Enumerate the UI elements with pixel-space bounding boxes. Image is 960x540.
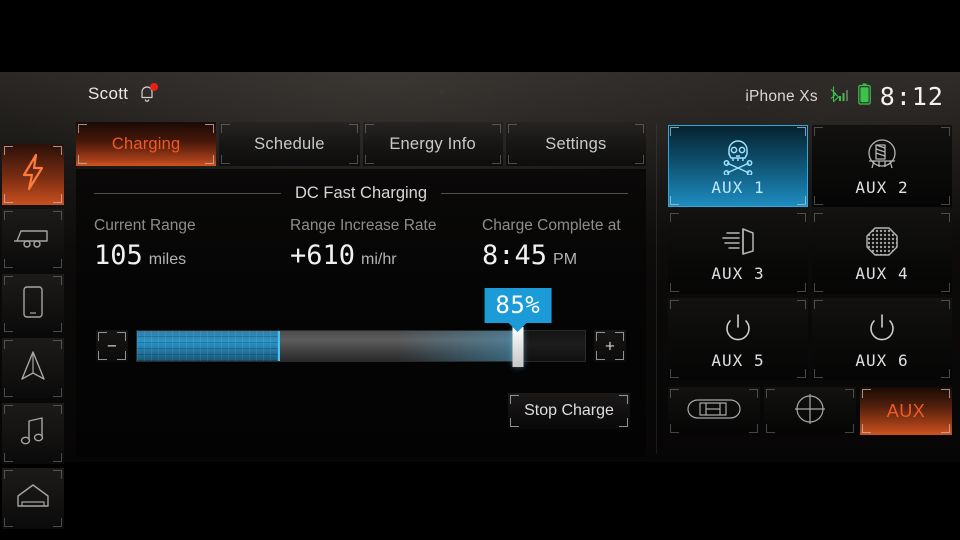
aux-button-3[interactable]: AUX 3 [668,211,808,294]
light-beam-icon [715,221,761,261]
system-status: iPhone Xs 8:12 [745,82,944,111]
stat-value: +610 [290,240,356,271]
status-bar: Scott iPhone Xs 8:12 [0,72,960,122]
tab-charging[interactable]: Charging [76,122,217,166]
sidebar-item-navigation[interactable] [2,338,64,400]
charging-panel: Charging Schedule Energy Info Settings D… [72,122,650,457]
charging-stats: Current Range 105 miles Range Increase Ra… [94,217,634,271]
tab-settings[interactable]: Settings [505,122,646,166]
tab-label: Settings [545,134,607,153]
home-icon [15,481,51,516]
stat-charge-complete-at: Charge Complete at 8:45 PM [482,217,634,271]
aux-button-6[interactable]: AUX 6 [812,297,952,380]
aux-button-2[interactable]: AUX 2 [812,125,952,208]
mesh-grille-icon [859,221,905,261]
charge-limit-slider[interactable]: − 85% + [96,288,626,368]
sidebar-item-audio[interactable] [2,403,64,465]
stat-current-range: Current Range 105 miles [94,217,290,271]
aux-mode-label: AUX [886,400,926,421]
slider-track[interactable]: 85% [136,288,586,367]
aux-button-5[interactable]: AUX 5 [668,297,808,380]
aux-button-grid: AUX 1 AUX 2 AUX 3 AUX 4 AUX 5 AUX 6 [668,125,952,380]
aux-button-label: AUX 2 [855,178,909,198]
vehicle-view-button[interactable] [668,387,760,435]
trailer-icon [13,223,53,256]
power-icon [715,308,761,348]
decrease-charge-limit-button[interactable]: − [96,330,128,362]
user-name: Scott [88,84,129,103]
stat-label: Range Increase Rate [290,217,437,234]
increase-charge-limit-button[interactable]: + [594,330,626,362]
navigation-arrow-icon [19,349,47,388]
stat-unit: PM [553,251,578,268]
tab-energy-info[interactable]: Energy Info [362,122,503,166]
aux-mode-button[interactable]: AUX [860,387,952,435]
tab-label: Schedule [254,134,325,153]
lightning-bolt-icon [20,153,46,196]
aux-button-label: AUX 5 [711,350,765,370]
stat-label: Charge Complete at [482,217,621,234]
stat-range-increase-rate: Range Increase Rate +610 mi/hr [290,217,482,271]
aux-panel: AUX 1 AUX 2 AUX 3 AUX 4 AUX 5 AUX 6 AUX [662,122,956,457]
bell-icon[interactable] [138,83,159,104]
section-title: DC Fast Charging [294,183,428,202]
stat-unit: miles [148,251,187,268]
sidebar-item-charging[interactable] [2,144,64,205]
stat-label: Current Range [94,217,196,234]
sidebar [2,144,66,529]
aux-button-label: AUX 1 [711,178,765,198]
aux-button-label: AUX 3 [711,264,765,284]
tab-label: Charging [111,134,181,153]
stat-unit: mi/hr [361,251,397,268]
aux-button-label: AUX 4 [855,264,909,284]
section-header: DC Fast Charging [94,181,628,205]
plus-icon: + [605,336,615,356]
divider-left [94,192,281,194]
connected-device-name: iPhone Xs [745,87,818,105]
sidebar-item-trailer[interactable] [2,208,64,270]
crosshair-button[interactable] [764,387,856,435]
minus-icon: − [107,336,117,356]
crosshair-icon [793,392,827,431]
car-top-view-icon [682,394,746,429]
divider-right [441,192,628,194]
tab-schedule[interactable]: Schedule [219,122,360,166]
charging-panel-body: DC Fast Charging Current Range 105 miles … [76,169,646,457]
skull-crossbones-icon [715,135,761,177]
user-profile[interactable]: Scott [88,83,159,104]
aux-button-1[interactable]: AUX 1 [668,125,808,208]
aux-button-4[interactable]: AUX 4 [812,211,952,294]
aux-button-label: AUX 6 [855,350,909,370]
bluetooth-signal-icon [827,84,849,109]
music-note-icon [19,415,47,452]
panel-divider [656,124,657,454]
clock: 8:12 [879,82,944,111]
slider-value-tooltip: 85% [484,288,552,323]
battery-icon [857,83,871,110]
tab-bar: Charging Schedule Energy Info Settings [76,122,646,166]
infotainment-screen: Scott iPhone Xs 8:12 Charging Schedule E… [0,72,960,529]
aux-bottom-row: AUX [668,387,952,435]
slider-current-charge-fill [137,331,281,361]
stop-charge-label: Stop Charge [524,402,614,419]
stat-value: 105 [94,240,143,271]
phone-icon [21,285,45,324]
power-icon [859,308,905,348]
stop-charge-button[interactable]: Stop Charge [508,393,630,429]
notification-badge [150,83,159,91]
sidebar-item-home[interactable] [2,468,64,529]
winch-icon [859,135,905,175]
sidebar-item-phone[interactable] [2,273,64,335]
stat-value: 8:45 [482,240,548,271]
slider-handle[interactable] [512,327,524,367]
tab-label: Energy Info [389,134,476,153]
